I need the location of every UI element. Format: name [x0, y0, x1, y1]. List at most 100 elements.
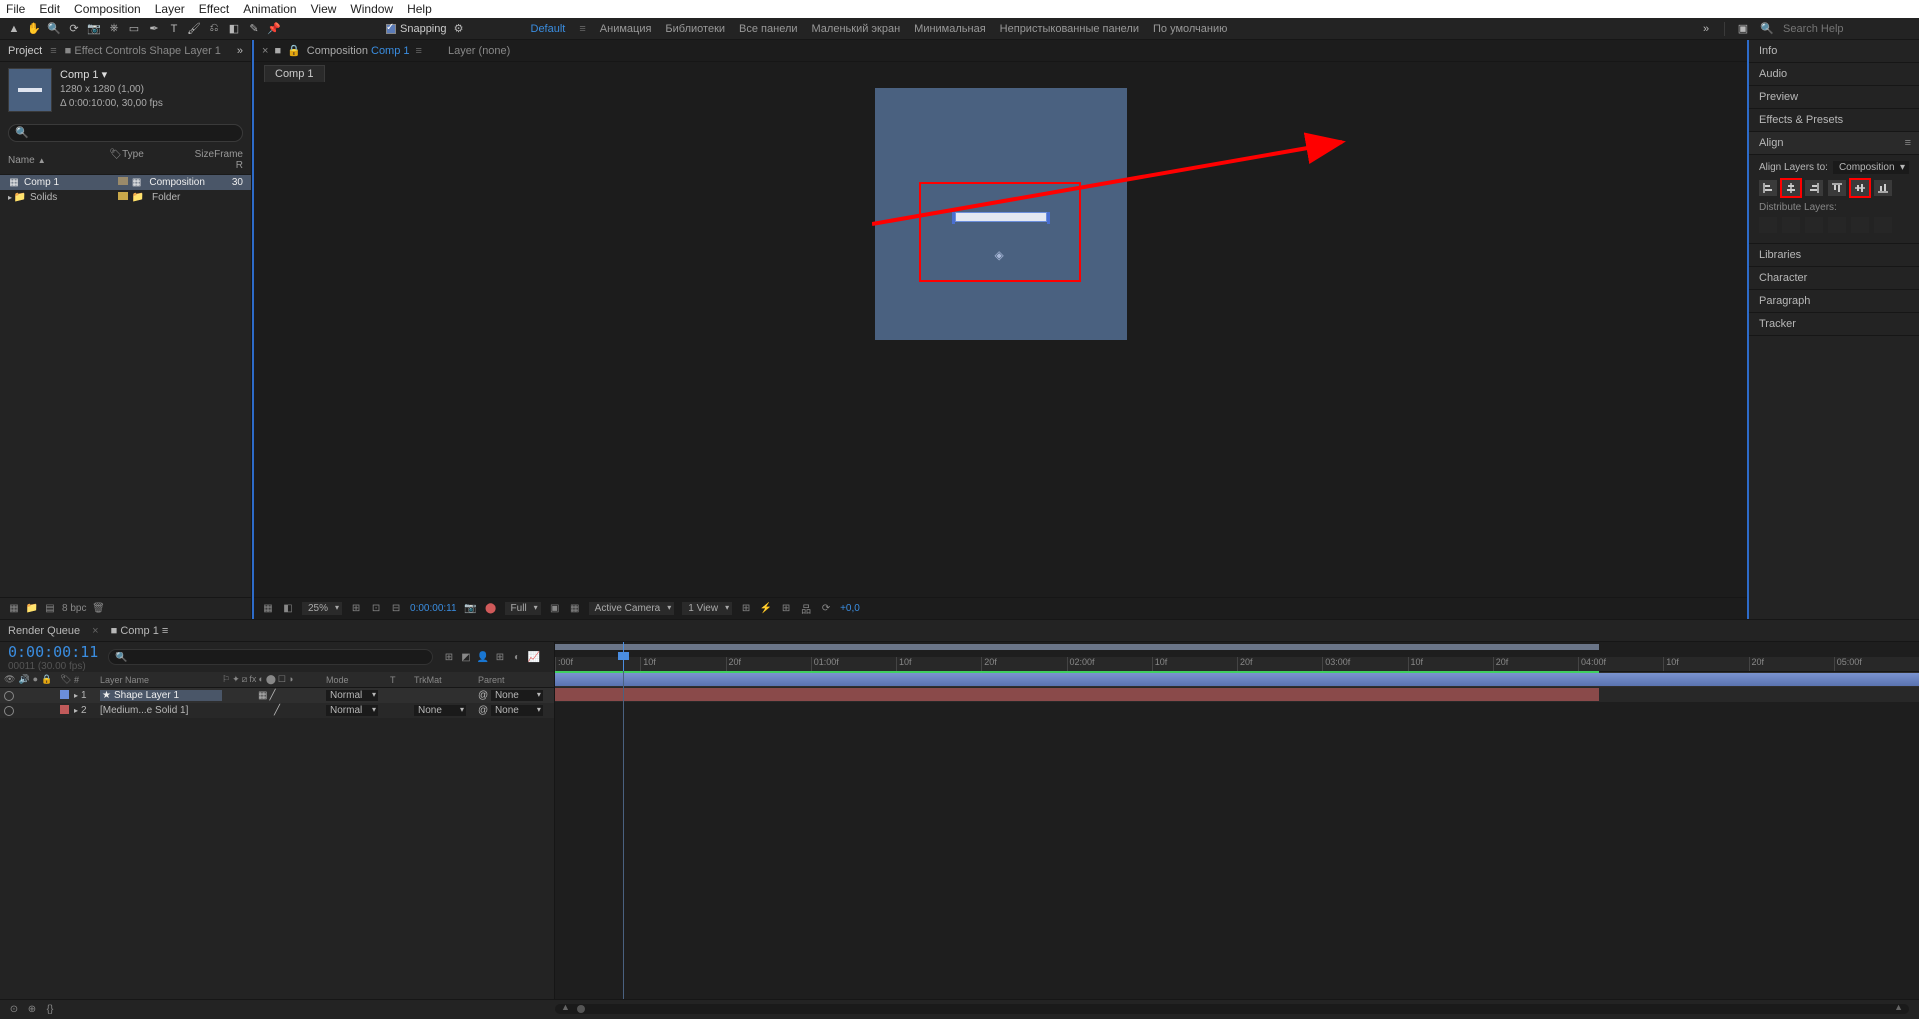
- close-tab-icon[interactable]: ×: [262, 45, 268, 57]
- new-comp-icon[interactable]: ▤: [44, 603, 56, 615]
- timeline-columns-header[interactable]: 👁 🔊 ● 🔒 🏷 # Layer Name ⚐ ✦ ⧄fx◐⬤☐◑ Mode …: [0, 672, 554, 688]
- workspace-smallscreen[interactable]: Маленький экран: [812, 23, 901, 35]
- tab-project[interactable]: Project: [8, 45, 42, 57]
- timeline-track-area[interactable]: :00f10f20f01:00f 10f20f02:00f10f 20f03:0…: [555, 642, 1919, 999]
- camera-tool-icon[interactable]: 📷: [86, 21, 102, 37]
- timeline-search-input[interactable]: [108, 649, 433, 665]
- menu-window[interactable]: Window: [350, 2, 393, 16]
- pickwhip-icon[interactable]: @: [478, 705, 488, 716]
- quality-icon[interactable]: ╱: [269, 690, 275, 701]
- rotate-tool-icon[interactable]: ⟳: [66, 21, 82, 37]
- trkmat-dropdown[interactable]: None: [414, 705, 466, 716]
- lock-icon[interactable]: 🔒: [287, 44, 301, 57]
- panel-info[interactable]: Info: [1749, 40, 1919, 63]
- panel-libraries[interactable]: Libraries: [1749, 244, 1919, 267]
- comp-tab-comp1[interactable]: Comp 1: [264, 65, 325, 82]
- align-to-dropdown[interactable]: Composition: [1833, 161, 1909, 174]
- layer-color-swatch[interactable]: [60, 690, 69, 699]
- pixel-aspect-icon[interactable]: ⊞: [740, 603, 752, 615]
- timeline-icon[interactable]: ⊞: [780, 603, 792, 615]
- current-time-display[interactable]: 0:00:00:11: [8, 643, 98, 661]
- workspace-allpanels[interactable]: Все панели: [739, 23, 797, 35]
- panel-align[interactable]: Align≡: [1749, 132, 1919, 155]
- zoom-in-icon[interactable]: ▲: [1894, 1002, 1903, 1012]
- workspace-minimal[interactable]: Минимальная: [914, 23, 986, 35]
- eraser-tool-icon[interactable]: ◧: [226, 21, 242, 37]
- work-area-bar[interactable]: [555, 644, 1599, 650]
- frame-blend-icon[interactable]: ⊞: [494, 651, 506, 663]
- flowchart-icon[interactable]: 品: [800, 603, 812, 615]
- quality-icon[interactable]: ╱: [274, 705, 280, 716]
- eye-col-icon[interactable]: 👁: [4, 674, 15, 685]
- draft3d-icon[interactable]: ◩: [460, 651, 472, 663]
- zoom-out-icon[interactable]: ▲: [561, 1002, 570, 1012]
- menu-help[interactable]: Help: [407, 2, 432, 16]
- shy-icon[interactable]: 👤: [477, 651, 489, 663]
- pen-tool-icon[interactable]: ✒: [146, 21, 162, 37]
- panel-character[interactable]: Character: [1749, 267, 1919, 290]
- brush-tool-icon[interactable]: 🖌: [186, 21, 202, 37]
- align-left-icon[interactable]: [1759, 180, 1777, 196]
- snapping-toggle[interactable]: Snapping ⚙: [386, 21, 467, 37]
- project-columns[interactable]: Name ▲ 🏷 Type Size Frame R: [0, 146, 251, 175]
- shape-layer-rect[interactable]: [955, 212, 1047, 222]
- panel-audio[interactable]: Audio: [1749, 63, 1919, 86]
- guides-icon[interactable]: ⊟: [390, 603, 402, 615]
- menu-composition[interactable]: Composition: [74, 2, 141, 16]
- panel-overflow-icon[interactable]: »: [237, 45, 243, 57]
- snapshot-icon[interactable]: 📷: [465, 603, 477, 615]
- selection-tool-icon[interactable]: ▲: [6, 21, 22, 37]
- parent-dropdown[interactable]: None: [491, 705, 543, 716]
- magnification-dropdown[interactable]: 25%: [302, 602, 342, 615]
- zoom-tool-icon[interactable]: 🔍: [46, 21, 62, 37]
- zoom-slider[interactable]: ▲ ▲: [555, 1004, 1909, 1014]
- tab-effect-controls[interactable]: ■ Effect Controls Shape Layer 1: [65, 45, 221, 57]
- channel-icon[interactable]: ⬤: [485, 603, 497, 615]
- menu-edit[interactable]: Edit: [39, 2, 60, 16]
- toggle-modes-icon[interactable]: ⊕: [26, 1004, 38, 1016]
- panel-preview[interactable]: Preview: [1749, 86, 1919, 109]
- camera-dropdown[interactable]: Active Camera: [589, 602, 675, 615]
- time-ruler[interactable]: :00f10f20f01:00f 10f20f02:00f10f 20f03:0…: [555, 657, 1919, 671]
- blend-mode-dropdown[interactable]: Normal: [326, 690, 378, 701]
- tab-close-icon[interactable]: ×: [92, 625, 98, 637]
- workspace-undocked[interactable]: Непристыкованные панели: [1000, 23, 1139, 35]
- resolution-dropdown[interactable]: Full: [505, 602, 541, 615]
- label-column-icon[interactable]: 🏷: [109, 149, 122, 171]
- overflow-icon[interactable]: »: [1698, 21, 1714, 37]
- layer-color-swatch[interactable]: [60, 705, 69, 714]
- snapping-options-icon[interactable]: ⚙: [451, 21, 467, 37]
- comp-mini-flowchart-icon[interactable]: ⊞: [443, 651, 455, 663]
- grid-icon[interactable]: ⊡: [370, 603, 382, 615]
- bpc-button[interactable]: 8 bpc: [62, 603, 86, 614]
- label-col-icon[interactable]: 🏷: [60, 674, 74, 685]
- menu-view[interactable]: View: [311, 2, 337, 16]
- speaker-col-icon[interactable]: 🔊: [18, 674, 29, 685]
- exposure-value[interactable]: +0,0: [840, 603, 860, 614]
- panel-effects-presets[interactable]: Effects & Presets: [1749, 109, 1919, 132]
- current-time[interactable]: 0:00:00:11: [410, 603, 457, 614]
- workspace-default[interactable]: Default: [531, 23, 566, 35]
- search-help-input[interactable]: [1783, 23, 1903, 35]
- layer-row-2[interactable]: ▸2 [Medium...e Solid 1] ╱ Normal None @ …: [0, 703, 554, 718]
- parent-dropdown[interactable]: None: [491, 690, 543, 701]
- hand-tool-icon[interactable]: ✋: [26, 21, 42, 37]
- roi-icon[interactable]: ▣: [549, 603, 561, 615]
- visibility-toggle-icon[interactable]: [4, 706, 14, 716]
- blend-mode-dropdown[interactable]: Normal: [326, 705, 378, 716]
- transparency-icon[interactable]: ▦: [569, 603, 581, 615]
- comp-thumbnail[interactable]: [8, 68, 52, 112]
- views-dropdown[interactable]: 1 View: [682, 602, 732, 615]
- panel-paragraph[interactable]: Paragraph: [1749, 290, 1919, 313]
- roto-tool-icon[interactable]: ✎: [246, 21, 262, 37]
- rect-tool-icon[interactable]: ▭: [126, 21, 142, 37]
- new-folder-icon[interactable]: 📁: [26, 603, 38, 615]
- mask-icon[interactable]: ◧: [282, 603, 294, 615]
- lock-col-icon[interactable]: 🔒: [41, 674, 52, 685]
- graph-editor-icon[interactable]: 📈: [528, 651, 540, 663]
- anchor-point-icon[interactable]: ◈: [995, 248, 1005, 258]
- fast-preview-icon[interactable]: ⚡: [760, 603, 772, 615]
- panel-tracker[interactable]: Tracker: [1749, 313, 1919, 336]
- workspace-animation[interactable]: Анимация: [600, 23, 652, 35]
- collapse-transform-icon[interactable]: ▦: [258, 690, 267, 701]
